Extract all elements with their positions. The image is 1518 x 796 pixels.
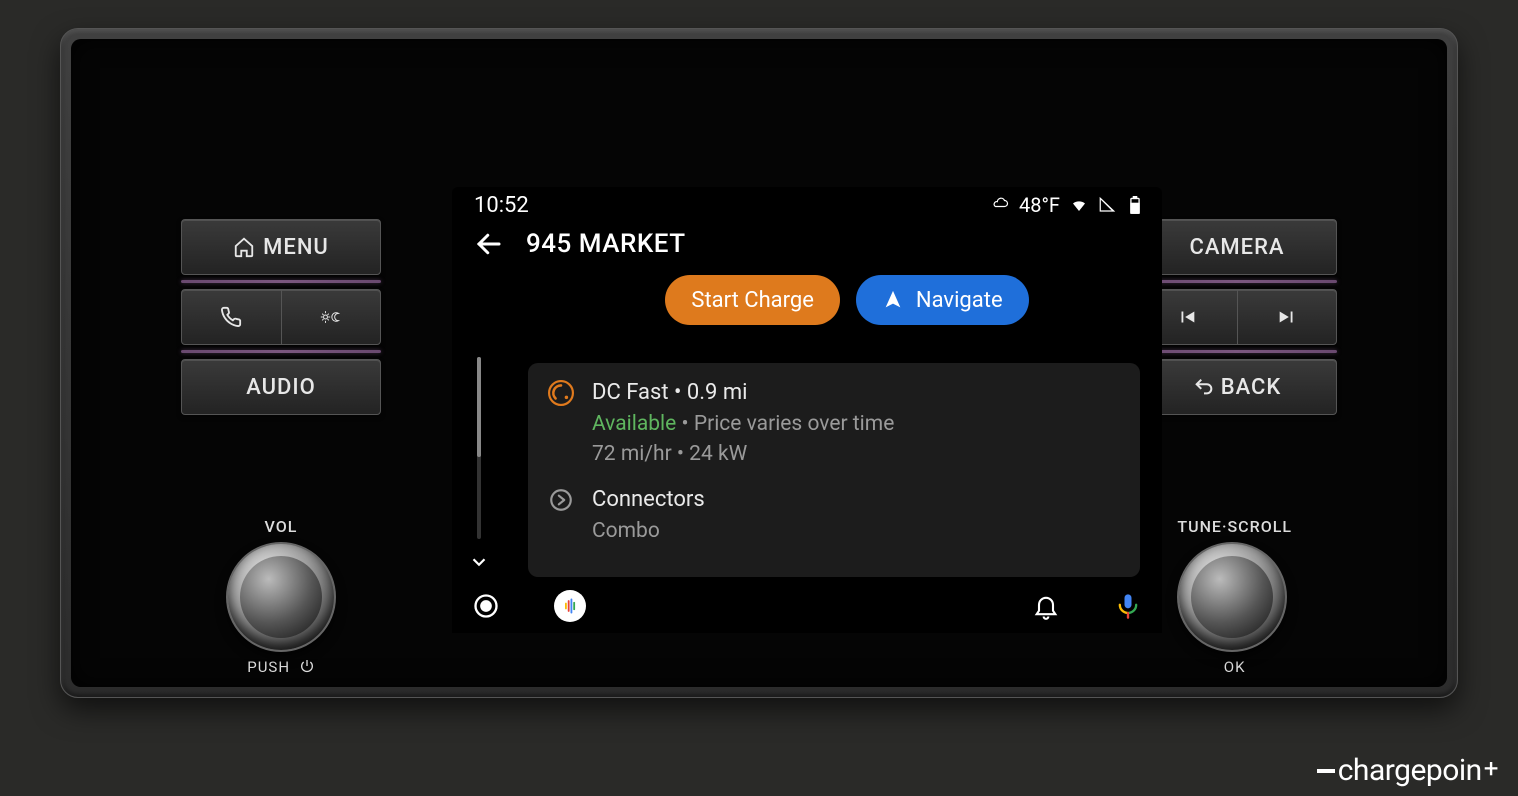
nav-rail <box>452 579 1162 633</box>
right-button-cluster: CAMERA BACK <box>1137 219 1337 420</box>
chargepoint-icon <box>548 380 574 406</box>
navigate-icon <box>882 289 904 311</box>
notification-bell-icon[interactable] <box>1032 592 1060 620</box>
status-bar: 10:52 48°F <box>452 187 1162 223</box>
station-card[interactable]: DC Fast • 0.9 mi Available • Price varie… <box>528 363 1140 577</box>
connectors-row[interactable]: Connectors Combo <box>546 484 1122 546</box>
camera-label: CAMERA <box>1189 235 1284 260</box>
phone-icon <box>220 306 242 328</box>
start-charge-button[interactable]: Start Charge <box>665 275 840 325</box>
next-track-button[interactable] <box>1238 290 1337 344</box>
logo-dash-icon <box>1317 769 1335 773</box>
scrollbar-track[interactable] <box>477 357 481 539</box>
availability-status: Available <box>592 412 676 436</box>
tune-knob[interactable] <box>1177 542 1287 652</box>
vol-label: VOL <box>226 517 336 536</box>
volume-knob[interactable] <box>226 542 336 652</box>
phone-button[interactable] <box>182 290 282 344</box>
cell-signal-icon <box>1098 196 1116 214</box>
chargepoint-watermark: chargepoin + <box>1317 753 1498 788</box>
page-header: 945 MARKET <box>452 223 1162 275</box>
skip-buttons[interactable] <box>1137 289 1337 345</box>
menu-label: MENU <box>263 235 329 260</box>
brand-name: chargepoin <box>1338 753 1482 788</box>
back-arrow-icon[interactable] <box>474 229 504 259</box>
volume-knob-group: VOL PUSH <box>226 517 336 676</box>
return-icon <box>1193 376 1215 398</box>
microphone-icon[interactable] <box>1114 592 1142 620</box>
power-icon <box>299 658 315 674</box>
home-icon <box>233 236 255 258</box>
chevron-down-icon[interactable] <box>468 551 490 573</box>
tune-label: TUNE·SCROLL <box>1177 517 1292 536</box>
left-button-cluster: MENU AUDIO <box>181 219 381 420</box>
decorative-underline <box>181 350 381 353</box>
wifi-icon <box>1070 196 1088 214</box>
connectors-label: Connectors <box>592 484 1122 516</box>
price-info: Price varies over time <box>694 412 895 436</box>
weather-icon <box>991 196 1009 214</box>
assistant-icon <box>560 596 580 616</box>
home-circle-icon[interactable] <box>472 592 500 620</box>
back-label: BACK <box>1221 375 1282 400</box>
skip-back-icon <box>1176 306 1198 328</box>
start-charge-label: Start Charge <box>691 288 814 313</box>
status-right: 48°F <box>991 193 1144 217</box>
ok-label: OK <box>1177 658 1292 676</box>
page-title: 945 MARKET <box>526 229 686 259</box>
station-availability-line: Available • Price varies over time <box>592 409 1122 439</box>
action-row: Start Charge Navigate <box>452 275 1162 325</box>
station-row: DC Fast • 0.9 mi Available • Price varie… <box>546 377 1122 470</box>
charge-rate: 72 mi/hr • 24 kW <box>592 439 1122 469</box>
dashboard-frame: MENU AUDIO CAMERA <box>60 28 1458 698</box>
decorative-underline <box>1137 350 1337 353</box>
menu-button[interactable]: MENU <box>181 219 381 275</box>
temperature: 48°F <box>1019 193 1060 217</box>
sun-moon-icon <box>320 306 342 328</box>
phone-brightness-button[interactable] <box>181 289 381 345</box>
connector-icon <box>548 487 574 513</box>
android-auto-screen: 10:52 48°F 945 MARKET Start Charge Navig… <box>452 187 1162 633</box>
camera-button[interactable]: CAMERA <box>1137 219 1337 275</box>
clock: 10:52 <box>474 193 529 218</box>
audio-label: AUDIO <box>246 375 316 400</box>
push-power-label: PUSH <box>226 658 336 676</box>
tune-knob-group: TUNE·SCROLL OK <box>1177 517 1292 676</box>
connector-type: Combo <box>592 516 1122 546</box>
decorative-underline <box>181 280 381 283</box>
navigate-label: Navigate <box>916 288 1003 313</box>
back-button-physical[interactable]: BACK <box>1137 359 1337 415</box>
skip-forward-icon <box>1276 306 1298 328</box>
station-title: DC Fast • 0.9 mi <box>592 377 1122 409</box>
decorative-underline <box>1137 280 1337 283</box>
brightness-button[interactable] <box>282 290 381 344</box>
brand-suffix: + <box>1484 754 1498 784</box>
battery-icon <box>1126 196 1144 214</box>
scroll-indicator <box>464 357 494 579</box>
audio-button[interactable]: AUDIO <box>181 359 381 415</box>
assistant-button[interactable] <box>554 590 586 622</box>
navigate-button[interactable]: Navigate <box>856 275 1029 325</box>
